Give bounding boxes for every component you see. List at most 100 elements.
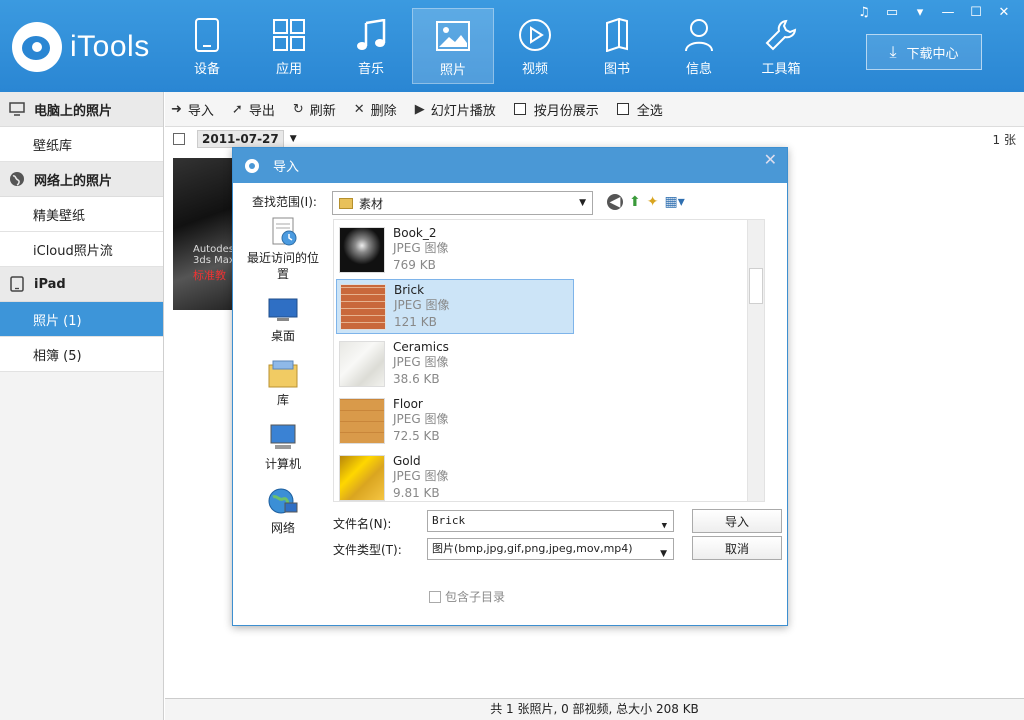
file-info: Ceramics JPEG 图像 38.6 KB	[393, 340, 449, 388]
filetype-combobox[interactable]: 图片(bmp,jpg,gif,png,jpeg,mov,mp4) ▼	[427, 538, 674, 560]
photo-icon	[435, 17, 471, 55]
file-item[interactable]: Gold JPEG 图像 9.81 KB	[336, 450, 574, 505]
close-icon[interactable]: ✕	[990, 2, 1018, 22]
library-icon	[268, 360, 298, 388]
sidebar-item-photos[interactable]: 照片 (1)	[0, 302, 163, 337]
toolbar: ➜ 导入 ➚ 导出 ↻ 刷新 ✕ 删除 ▶ 幻灯片播放 按月份展示 全选	[165, 92, 1024, 127]
itools-small-icon	[245, 158, 259, 173]
include-subdirs-checkbox[interactable]: 包含子目录	[429, 588, 505, 605]
sidebar-group-label: iPad	[34, 276, 66, 292]
download-icon: ⤓	[889, 42, 897, 61]
place-library[interactable]: 库	[243, 358, 323, 408]
sidebar-item-wallpaper-library[interactable]: 壁纸库	[0, 127, 163, 162]
scrollbar-thumb[interactable]	[749, 268, 763, 304]
file-thumbnail	[339, 454, 385, 501]
file-item[interactable]: Ceramics JPEG 图像 38.6 KB	[336, 336, 574, 391]
play-small-icon: ▶	[414, 101, 425, 117]
sidebar-item-icloud-stream[interactable]: iCloud照片流	[0, 232, 163, 267]
filename-value: Brick	[432, 514, 466, 527]
nav-video[interactable]: 视频	[494, 8, 576, 84]
nav-music[interactable]: 音乐	[330, 8, 412, 84]
nav-device[interactable]: 设备	[166, 8, 248, 84]
menu-icon[interactable]: ▾	[906, 2, 934, 22]
delete-button[interactable]: ✕ 删除	[354, 100, 397, 119]
new-folder-icon[interactable]: ✦	[647, 194, 659, 210]
dialog-close-icon[interactable]: ✕	[764, 150, 777, 169]
dialog-titlebar: 导入 ✕	[233, 148, 787, 183]
chevron-down-icon[interactable]: ▼	[662, 516, 667, 536]
file-item[interactable]: Book_2 JPEG 图像 769 KB	[336, 222, 574, 277]
main-nav: 设备 应用 音乐 照片 视频 图书 信息 工具箱	[166, 8, 822, 84]
place-desktop[interactable]: 桌面	[243, 294, 323, 344]
download-center-button[interactable]: ⤓ 下载中心	[866, 34, 982, 70]
nav-info[interactable]: 信息	[658, 8, 740, 84]
file-size: 121 KB	[394, 314, 437, 329]
chevron-down-icon[interactable]: ▼	[579, 198, 586, 208]
checkbox[interactable]	[429, 590, 441, 603]
app-header: iTools 设备 应用 音乐 照片 视频 图书 信息 工具箱 ♫ ▭ ▾ — …	[0, 0, 1024, 92]
place-label: 最近访问的位置	[246, 251, 319, 281]
places-bar: 最近访问的位置 桌面 库 计算机 网络	[243, 216, 323, 536]
nav-label: 工具箱	[761, 62, 801, 77]
file-size: 38.6 KB	[393, 371, 440, 386]
export-button[interactable]: ➚ 导出	[232, 100, 275, 119]
refresh-button[interactable]: ↻ 刷新	[293, 100, 336, 119]
filetype-label: 文件类型(T):	[333, 543, 402, 557]
apps-grid-icon	[271, 16, 307, 54]
recent-places-icon	[272, 217, 297, 246]
place-network[interactable]: 网络	[243, 486, 323, 536]
slideshow-button[interactable]: ▶ 幻灯片播放	[415, 100, 496, 119]
by-month-checkbox[interactable]: 按月份展示	[513, 100, 599, 119]
file-size: 72.5 KB	[393, 428, 440, 443]
sidebar-item-wallpapers[interactable]: 精美壁纸	[0, 197, 163, 232]
look-in-value: 素材	[359, 196, 384, 211]
select-all-checkbox[interactable]: 全选	[616, 100, 663, 119]
file-type: JPEG 图像	[394, 297, 450, 312]
date-checkbox[interactable]	[173, 133, 185, 145]
download-center-label: 下载中心	[906, 46, 959, 62]
chevron-down-icon[interactable]: ▼	[290, 134, 297, 144]
sidebar-group-label: 电脑上的照片	[34, 103, 113, 119]
dialog-title: 导入	[273, 160, 300, 175]
music-note-icon	[353, 16, 389, 54]
up-folder-icon[interactable]: ⬆	[629, 194, 641, 210]
photo-count: 1 张	[992, 133, 1016, 147]
nav-label: 音乐	[357, 62, 384, 77]
sidebar-group-computer-photos[interactable]: 电脑上的照片	[0, 92, 163, 127]
user-icon	[681, 16, 717, 54]
view-menu-icon[interactable]: ▦▾	[664, 194, 684, 210]
sidebar-group-ipad[interactable]: iPad	[0, 267, 163, 302]
chevron-down-icon[interactable]: ▼	[656, 544, 667, 559]
file-size: 9.81 KB	[393, 485, 440, 500]
tablet-icon	[8, 275, 26, 293]
nav-photos[interactable]: 照片	[412, 8, 494, 84]
delete-label: 删除	[370, 103, 397, 119]
sidebar-group-online-photos[interactable]: 网络上的照片	[0, 162, 163, 197]
feedback-icon[interactable]: ▭	[878, 2, 906, 22]
place-computer[interactable]: 计算机	[243, 422, 323, 472]
nav-books[interactable]: 图书	[576, 8, 658, 84]
music-mini-icon[interactable]: ♫	[850, 2, 878, 22]
file-list-scrollbar[interactable]	[747, 220, 764, 501]
export-arrow-icon: ➚	[231, 101, 243, 117]
minimize-icon[interactable]: —	[934, 2, 962, 22]
filename-combobox[interactable]: Brick ▼	[427, 510, 674, 532]
place-recent[interactable]: 最近访问的位置	[243, 216, 323, 282]
file-item-selected[interactable]: Brick JPEG 图像 121 KB	[336, 279, 574, 334]
maximize-icon[interactable]: ☐	[962, 2, 990, 22]
file-thumbnail	[339, 397, 385, 444]
checkbox[interactable]	[513, 103, 526, 115]
checkbox[interactable]	[616, 103, 629, 115]
look-in-combobox[interactable]: 素材 ▼	[332, 191, 593, 215]
refresh-icon: ↻	[292, 101, 304, 117]
nav-apps[interactable]: 应用	[248, 8, 330, 84]
cancel-button[interactable]: 取消	[692, 536, 782, 560]
import-button[interactable]: ➜ 导入	[171, 100, 214, 119]
nav-toolbox[interactable]: 工具箱	[740, 8, 822, 84]
file-item[interactable]: Floor JPEG 图像 72.5 KB	[336, 393, 574, 448]
back-icon[interactable]: ◀	[607, 194, 623, 210]
computer-icon	[270, 424, 296, 449]
sidebar-item-albums[interactable]: 相簿 (5)	[0, 337, 163, 372]
nav-label: 应用	[275, 62, 302, 77]
import-confirm-button[interactable]: 导入	[692, 509, 782, 533]
